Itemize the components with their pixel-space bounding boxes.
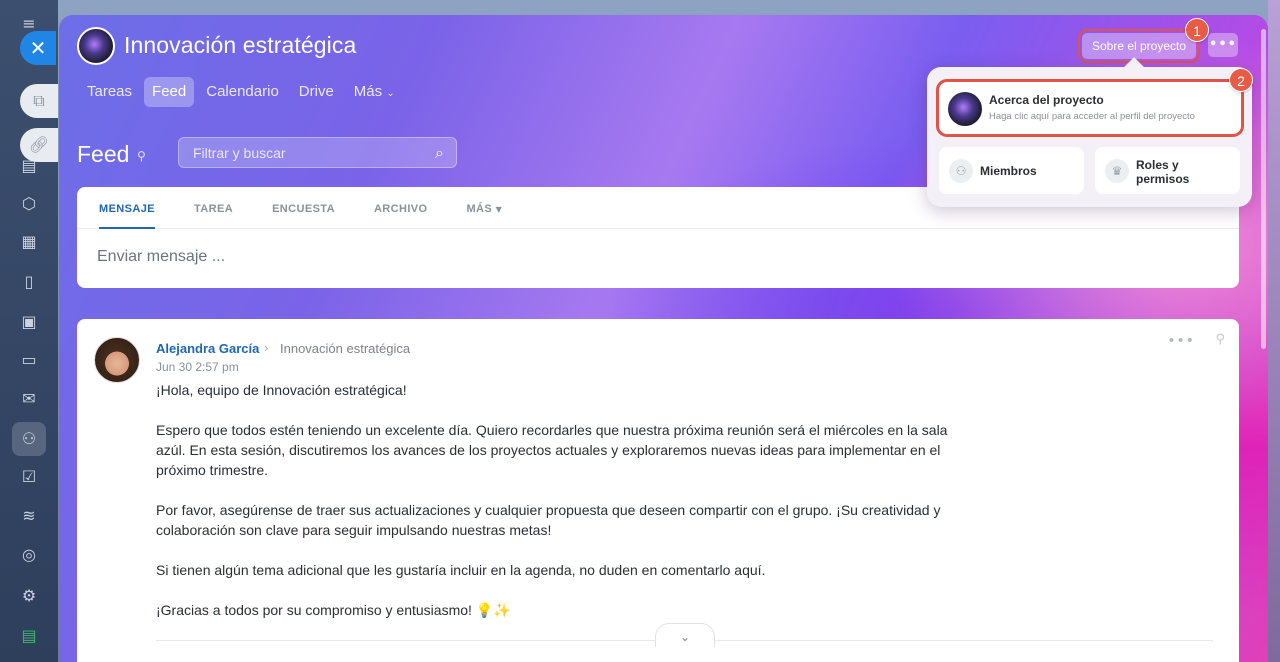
caret-down-icon: ▼ <box>495 205 503 214</box>
post-paragraph: ¡Gracias a todos por su compromiso y ent… <box>156 602 511 618</box>
filter-icon[interactable]: ≋ <box>19 506 39 526</box>
about-project-title: Acerca del proyecto <box>989 93 1104 107</box>
hexagon-icon[interactable]: ⬡ <box>19 194 39 214</box>
about-project-description: Haga clic aquí para acceder al perfil de… <box>989 111 1195 122</box>
post-author[interactable]: Alejandra García <box>156 341 259 356</box>
close-slider-button[interactable]: ✕ <box>20 31 56 65</box>
checkbox-icon[interactable]: ☑ <box>19 467 39 487</box>
mail-icon[interactable]: ✉ <box>19 389 39 409</box>
project-tabs: Tareas Feed Calendario Drive Más ⌄ <box>79 77 407 107</box>
settings-icon[interactable]: ⚙ <box>19 586 39 606</box>
composer-tab-task[interactable]: TAREA <box>194 187 233 229</box>
post-date[interactable]: Jun 30 2:57 pm <box>156 360 239 374</box>
background-strip <box>1268 0 1280 662</box>
composer-tab-file[interactable]: ARCHIVO <box>374 187 428 229</box>
roles-label: Roles y permisos <box>1136 158 1190 186</box>
more-menu-button[interactable]: ••• <box>1208 33 1238 57</box>
search-input[interactable] <box>193 145 413 161</box>
about-project-button[interactable]: Sobre el proyecto <box>1078 29 1200 63</box>
tab-drive[interactable]: Drive <box>291 77 342 107</box>
post-more-icon[interactable]: ••• <box>1167 333 1195 349</box>
author-avatar[interactable] <box>94 337 140 383</box>
members-button[interactable]: ⚇ Miembros <box>939 147 1084 194</box>
feed-search[interactable]: ⌕ <box>178 137 457 168</box>
project-title: Innovación estratégica <box>124 32 357 58</box>
robot-icon[interactable]: ◎ <box>19 545 39 565</box>
post-paragraph: Espero que todos estén teniendo un excel… <box>156 422 948 478</box>
tab-mas[interactable]: Más ⌄ <box>346 77 403 107</box>
open-in-new-tab-icon[interactable]: ⧉ <box>20 84 58 118</box>
post-pin-icon[interactable]: ⚲ <box>1215 332 1225 347</box>
tab-calendario[interactable]: Calendario <box>198 77 287 107</box>
members-icon: ⚇ <box>949 159 973 183</box>
scrollbar[interactable] <box>1261 29 1266 349</box>
pin-icon[interactable]: ⚲ <box>137 149 146 163</box>
market-icon[interactable]: ▤ <box>19 626 39 646</box>
chevron-down-icon: ⌄ <box>386 88 395 99</box>
composer-tab-more[interactable]: MÁS ▼ <box>466 187 502 229</box>
composer-tab-poll[interactable]: ENCUESTA <box>272 187 335 229</box>
post-destination[interactable]: Innovación estratégica <box>280 341 410 356</box>
card-icon[interactable]: ▭ <box>19 350 39 370</box>
copy-link-icon[interactable]: 🔗︎ <box>20 128 58 162</box>
project-avatar <box>77 27 115 65</box>
tab-tareas[interactable]: Tareas <box>79 77 140 107</box>
calendar-icon[interactable]: ▦ <box>19 232 39 252</box>
board-icon[interactable]: ▣ <box>19 312 39 332</box>
post-paragraph: Si tienen algún tema adicional que les g… <box>156 562 766 578</box>
composer-tab-message[interactable]: MENSAJE <box>99 187 155 229</box>
message-input[interactable]: Enviar mensaje ... <box>97 248 225 266</box>
file-icon[interactable]: ▯ <box>19 272 39 292</box>
step-badge-1: 1 <box>1185 18 1209 42</box>
crown-icon: ♛ <box>1105 159 1129 183</box>
tab-feed[interactable]: Feed <box>144 77 195 107</box>
post-paragraph: Por favor, asegúrense de traer sus actua… <box>156 502 941 538</box>
post-paragraph: ¡Hola, equipo de Innovación estratégica! <box>156 382 407 398</box>
feed-heading: Feed <box>77 141 130 167</box>
post-body: ¡Hola, equipo de Innovación estratégica!… <box>156 380 956 620</box>
search-icon[interactable]: ⌕ <box>435 143 444 163</box>
members-label: Miembros <box>980 164 1037 178</box>
groups-icon[interactable]: ⚇ <box>12 422 46 456</box>
feed-post: Alejandra García › Innovación estratégic… <box>77 319 1239 662</box>
about-project-item[interactable]: Acerca del proyecto Haga clic aquí para … <box>936 79 1244 137</box>
project-menu-popup: Acerca del proyecto Haga clic aquí para … <box>927 67 1252 207</box>
roles-permissions-button[interactable]: ♛ Roles y permisos <box>1095 147 1240 194</box>
chevron-right-icon: › <box>264 341 269 355</box>
expand-post-button[interactable]: ⌄ <box>655 623 715 647</box>
project-avatar-small <box>948 92 982 126</box>
step-badge-2: 2 <box>1229 68 1253 92</box>
